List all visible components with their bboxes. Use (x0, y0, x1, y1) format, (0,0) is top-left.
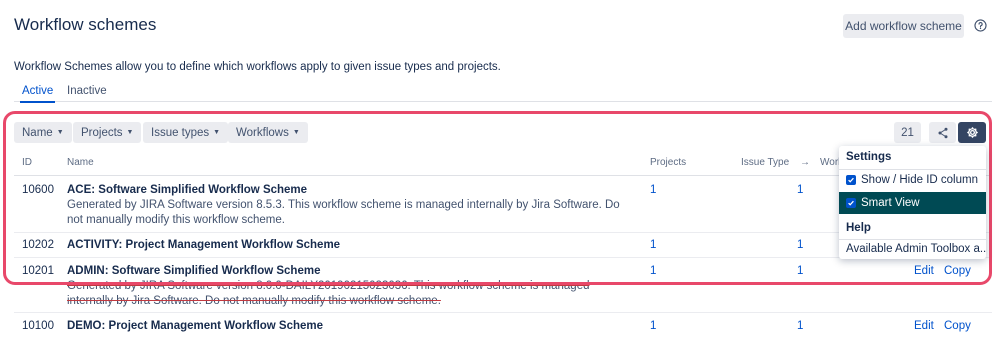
add-workflow-scheme-button[interactable]: Add workflow scheme (843, 14, 964, 38)
projects-count-link[interactable]: 1 (650, 184, 656, 196)
scheme-id: 10202 (22, 239, 54, 251)
row-divider (14, 312, 992, 313)
scheme-id: 10100 (22, 320, 54, 332)
settings-menu: Settings Show / Hide ID column Smart Vie… (839, 146, 986, 259)
scheme-name: ACTIVITY: Project Management Workflow Sc… (67, 239, 341, 251)
menu-item-admin-toolbox[interactable]: Available Admin Toolbox a... (839, 238, 986, 260)
edit-link[interactable]: Edit (914, 320, 934, 332)
scheme-description: Generated by JIRA Software version 8.5.3… (67, 199, 620, 226)
issue-types-count-link[interactable]: 1 (797, 320, 803, 332)
tab-bar: Active Inactive (14, 82, 992, 103)
tab-active[interactable]: Active (19, 85, 56, 103)
menu-heading-help: Help (846, 222, 871, 234)
page-title: Workflow schemes (14, 15, 157, 34)
menu-item-label: Smart View (861, 197, 920, 209)
copy-link[interactable]: Copy (944, 320, 971, 332)
projects-count-link[interactable]: 1 (650, 239, 656, 251)
menu-item-label: Show / Hide ID column (861, 174, 978, 186)
arrow-right-icon: → (800, 157, 810, 168)
caret-down-icon: ▼ (56, 129, 64, 136)
column-header-issue-type: Issue Type (741, 157, 790, 168)
scheme-id: 10600 (22, 184, 54, 196)
share-button[interactable] (929, 122, 956, 143)
column-header-name: Name (67, 157, 94, 168)
caret-down-icon: ▼ (213, 129, 221, 136)
edit-link[interactable]: Edit (914, 265, 934, 277)
copy-link[interactable]: Copy (944, 265, 971, 277)
tab-inactive[interactable]: Inactive (67, 85, 107, 97)
column-header-id: ID (22, 157, 32, 168)
question-circle-icon[interactable] (974, 19, 987, 32)
filter-workflows-label: Workflows (236, 126, 289, 139)
scheme-name: ACE: Software Simplified Workflow Scheme (67, 184, 308, 196)
filter-projects-label: Projects (81, 126, 123, 139)
filter-workflows[interactable]: Workflows ▼ (228, 122, 308, 143)
menu-heading-settings: Settings (846, 151, 892, 163)
filter-issue-types-label: Issue types (151, 126, 210, 139)
scheme-count-badge: 21 (894, 122, 921, 143)
caret-down-icon: ▼ (126, 129, 134, 136)
share-icon (938, 127, 947, 138)
filter-projects[interactable]: Projects ▼ (73, 122, 142, 143)
issue-types-count-link[interactable]: 1 (797, 184, 803, 196)
scheme-name: DEMO: Project Management Workflow Scheme (67, 320, 324, 332)
scheme-name: ADMIN: Software Simplified Workflow Sche… (67, 265, 321, 277)
filter-issue-types[interactable]: Issue types ▼ (143, 122, 229, 143)
menu-item-smart-view[interactable]: Smart View (839, 192, 986, 214)
caret-down-icon: ▼ (292, 129, 300, 136)
checkbox-checked-icon (846, 175, 856, 185)
checkbox-checked-icon (846, 198, 856, 208)
gear-icon (966, 127, 978, 138)
settings-button[interactable] (958, 122, 986, 143)
filter-name[interactable]: Name ▼ (14, 122, 72, 143)
scheme-description: Generated by JIRA Software version 8.0.0… (67, 280, 590, 307)
projects-count-link[interactable]: 1 (650, 320, 656, 332)
menu-item-show-hide-id[interactable]: Show / Hide ID column (839, 169, 986, 191)
issue-types-count-link[interactable]: 1 (797, 239, 803, 251)
intro-text: Workflow Schemes allow you to define whi… (14, 61, 501, 73)
issue-types-count-link[interactable]: 1 (797, 265, 803, 277)
filter-name-label: Name (22, 126, 53, 139)
projects-count-link[interactable]: 1 (650, 265, 656, 277)
scheme-id: 10201 (22, 265, 54, 277)
column-header-projects: Projects (650, 157, 687, 168)
